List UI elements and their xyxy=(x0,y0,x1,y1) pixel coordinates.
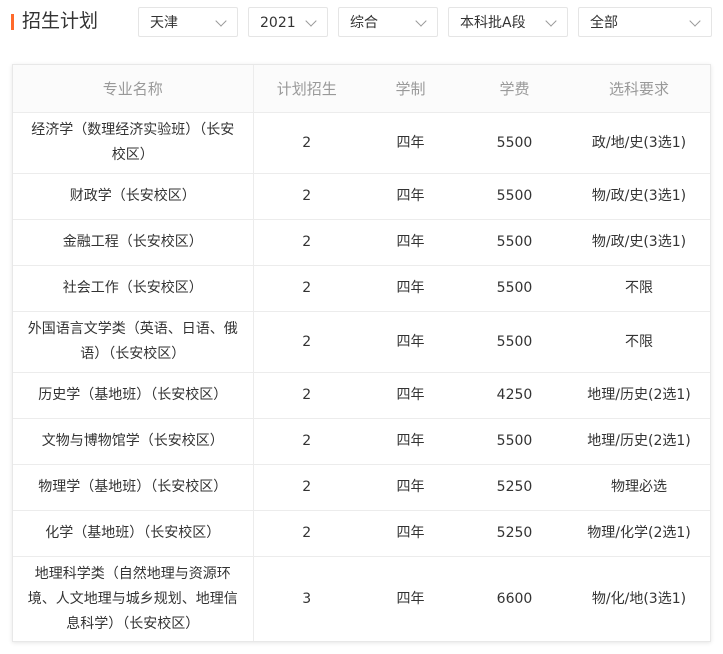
chevron-down-icon xyxy=(305,15,317,27)
column-header-duration: 学制 xyxy=(360,65,461,113)
tuition: 5500 xyxy=(461,265,568,312)
duration: 四年 xyxy=(360,173,461,220)
tuition: 5500 xyxy=(461,219,568,266)
major-name: 经济学（数理经济实验班）（长安校区） xyxy=(13,112,254,174)
table-row: 地理科学类（自然地理与资源环境、人文地理与城乡规划、地理信息科学）（长安校区） … xyxy=(13,556,710,641)
tuition: 5500 xyxy=(461,173,568,220)
major-name: 金融工程（长安校区） xyxy=(13,219,254,266)
tuition: 6600 xyxy=(496,591,533,608)
subject-requirement: 不限 xyxy=(568,265,710,312)
subject-requirement: 政/地/史(3选1) xyxy=(568,112,710,174)
plan-count: 2 xyxy=(253,510,360,557)
title-accent-bar xyxy=(11,14,14,30)
duration: 四年 xyxy=(360,265,461,312)
major-name: 社会工作（长安校区） xyxy=(13,265,254,312)
province-select-value: 天津 xyxy=(150,15,178,31)
subject-requirement: 物理必选 xyxy=(568,464,710,511)
duration: 四年 xyxy=(360,219,461,266)
category-select[interactable]: 综合 xyxy=(338,7,438,37)
scope-select-value: 全部 xyxy=(590,15,618,31)
scope-select[interactable]: 全部 xyxy=(578,7,712,37)
major-name: 文物与博物馆学（长安校区） xyxy=(13,418,254,465)
table-row: 经济学（数理经济实验班）（长安校区） 2 四年 5500 政/地/史(3选1) xyxy=(13,112,710,174)
tuition: 5250 xyxy=(461,510,568,557)
chevron-down-icon xyxy=(689,15,701,27)
page-title: 招生计划 xyxy=(22,10,99,32)
plan-count: 2 xyxy=(253,311,360,373)
table-row: 文物与博物馆学（长安校区） 2 四年 5500 地理/历史(2选1) xyxy=(13,418,710,465)
tuition: 5500 xyxy=(461,112,568,174)
batch-select[interactable]: 本科批A段 xyxy=(448,7,568,37)
tuition: 5500 xyxy=(461,311,568,373)
major-name: 外国语言文学类（英语、日语、俄语）（长安校区） xyxy=(13,311,254,373)
subject-requirement: 地理/历史(2选1) xyxy=(568,372,710,419)
category-select-value: 综合 xyxy=(350,15,378,31)
batch-select-value: 本科批A段 xyxy=(460,15,526,31)
table-row: 外国语言文学类（英语、日语、俄语）（长安校区） 2 四年 5500 不限 xyxy=(13,311,710,373)
chevron-down-icon xyxy=(545,15,557,27)
duration: 四年 xyxy=(360,311,461,373)
tuition: 4250 xyxy=(461,372,568,419)
plan-count: 2 xyxy=(253,112,360,174)
major-name: 财政学（长安校区） xyxy=(13,173,254,220)
year-select[interactable]: 2021 xyxy=(248,7,328,37)
subject-requirement: 物/化/地(3选1) xyxy=(591,591,687,608)
chevron-down-icon xyxy=(415,15,427,27)
province-select[interactable]: 天津 xyxy=(138,7,238,37)
table-row: 财政学（长安校区） 2 四年 5500 物/政/史(3选1) xyxy=(13,173,710,220)
column-header-tuition: 学费 xyxy=(461,65,568,113)
column-header-plan: 计划招生 xyxy=(253,65,360,113)
column-header-subject-requirement: 选科要求 xyxy=(568,65,710,113)
year-select-value: 2021 xyxy=(260,15,296,31)
duration: 四年 xyxy=(360,464,461,511)
table-row: 历史学（基地班）（长安校区） 2 四年 4250 地理/历史(2选1) xyxy=(13,372,710,419)
column-header-major: 专业名称 xyxy=(13,65,254,113)
major-name: 物理学（基地班）（长安校区） xyxy=(13,464,254,511)
duration: 四年 xyxy=(360,372,461,419)
subject-requirement: 物/政/史(3选1) xyxy=(568,173,710,220)
subject-requirement: 物/政/史(3选1) xyxy=(568,219,710,266)
subject-requirement: 地理/历史(2选1) xyxy=(568,418,710,465)
duration: 四年 xyxy=(360,418,461,465)
duration: 四年 xyxy=(360,510,461,557)
plan-count: 2 xyxy=(253,265,360,312)
subject-requirement: 物理/化学(2选1) xyxy=(568,510,710,557)
plan-count: 2 xyxy=(253,372,360,419)
table-row: 物理学（基地班）（长安校区） 2 四年 5250 物理必选 xyxy=(13,464,710,511)
subject-requirement: 不限 xyxy=(568,311,710,373)
plan-count: 2 xyxy=(253,464,360,511)
table-row: 社会工作（长安校区） 2 四年 5500 不限 xyxy=(13,265,710,312)
plan-count: 2 xyxy=(253,418,360,465)
duration: 四年 xyxy=(360,112,461,174)
major-name: 地理科学类（自然地理与资源环境、人文地理与城乡规划、地理信息科学）（长安校区） xyxy=(13,556,254,641)
plan-count: 3 xyxy=(302,591,312,608)
plan-count: 2 xyxy=(253,219,360,266)
major-name: 历史学（基地班）（长安校区） xyxy=(13,372,254,419)
chevron-down-icon xyxy=(215,15,227,27)
table-row: 金融工程（长安校区） 2 四年 5500 物/政/史(3选1) xyxy=(13,219,710,266)
tuition: 5250 xyxy=(461,464,568,511)
tuition: 5500 xyxy=(461,418,568,465)
table-header-row: 专业名称 计划招生 学制 学费 选科要求 xyxy=(13,65,710,113)
duration: 四年 xyxy=(396,591,425,608)
table-row: 化学（基地班）（长安校区） 2 四年 5250 物理/化学(2选1) xyxy=(13,510,710,557)
enrollment-plan-table: 专业名称 计划招生 学制 学费 选科要求 经济学（数理经济实验班）（长安校区） … xyxy=(12,64,711,642)
plan-count: 2 xyxy=(253,173,360,220)
major-name: 化学（基地班）（长安校区） xyxy=(13,510,254,557)
page-header: 招生计划 天津 2021 综合 本科批A段 全部 xyxy=(0,0,723,50)
